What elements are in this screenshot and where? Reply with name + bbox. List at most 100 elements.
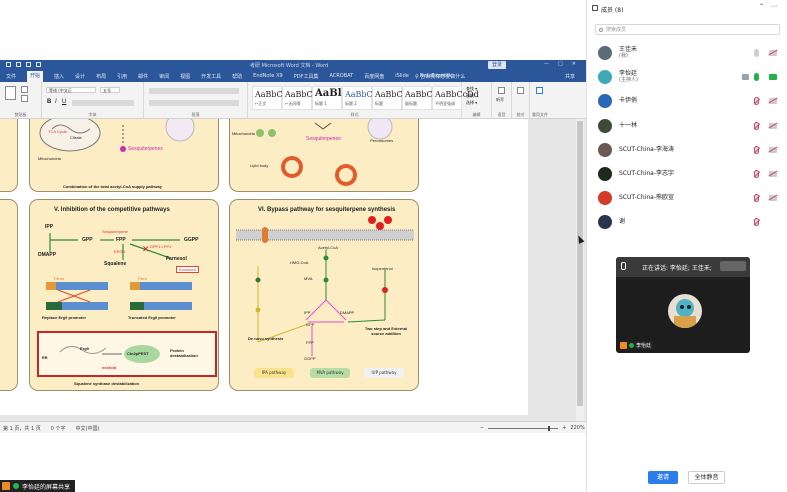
mic-muted-icon[interactable] [754,121,759,130]
mic-muted-icon[interactable] [754,97,759,106]
camera-off-icon[interactable] [769,146,777,153]
member-row[interactable]: 卡伊俏 [587,90,787,112]
undo-icon[interactable] [16,62,21,67]
camera-off-icon[interactable] [769,171,777,177]
gpp-label-2: GPP [306,322,315,327]
mute-all-button[interactable]: 全体静音 [688,471,725,484]
style-tile[interactable]: AaBbCcDd ↩正文 [252,86,299,110]
zoom-control[interactable]: − + 220% [480,425,585,431]
member-row[interactable]: SCUT-China-李志宇 [587,163,787,185]
ribbon-tab[interactable]: 设计 [75,73,85,82]
list-buttons[interactable] [149,88,239,94]
tell-me-search[interactable]: ♀ 告诉我你想要做什么 [415,73,465,80]
member-row[interactable]: SCUT-China-熊欧宣 [587,187,787,209]
style-tile[interactable]: AaBbC 标题 2 [342,86,373,110]
camera-icon[interactable] [769,74,777,81]
mic-icon[interactable] [754,73,759,82]
invite-button[interactable]: 邀请 [648,471,678,484]
cut-icon[interactable] [21,86,28,93]
ribbon-tab[interactable]: 帮助 [232,73,242,82]
replace-button[interactable]: 替换 [466,93,474,99]
close-button[interactable]: ✕ [572,61,576,67]
reuse-files-icon[interactable] [536,87,543,94]
word-count[interactable]: 0 个字 [51,425,66,432]
more-icon[interactable]: ⋯ [771,3,777,10]
ribbon-tab[interactable]: 开发工具 [201,73,221,82]
sesquiterpenes-label-2: Sesquiterpenes [306,136,341,142]
zoom-slider[interactable] [488,425,559,431]
ribbon-tab[interactable]: iSlide [395,73,409,82]
minimize-button[interactable]: — [544,61,549,67]
scrollbar-thumb[interactable] [577,121,583,406]
page-count[interactable]: 第 1 页，共 1 页 [3,425,41,432]
editing-group: 查找 ▾ 替换 选择 ▾ 编辑 [462,82,492,119]
camera-off-icon[interactable] [769,50,777,56]
mic-muted-icon[interactable] [754,218,759,227]
zoom-out-icon[interactable]: − [480,425,484,431]
maximize-button[interactable]: □ [558,61,563,67]
italic-icon[interactable]: I [55,99,57,105]
underline-icon[interactable]: U [62,99,66,105]
document-page[interactable]: TCA Cycle Citrate Mitochondria Sesquiter… [0,119,528,415]
zoom-slider-thumb[interactable] [548,425,551,431]
mic-icon[interactable] [754,49,759,57]
redo-icon[interactable] [26,62,31,67]
mic-muted-icon[interactable] [754,194,759,203]
ribbon-tab[interactable]: 引用 [117,73,127,82]
ipp-label-2: IPP [304,310,311,315]
speaker-video-window[interactable]: 正在讲话: 李怡廷; 王佳禾; 李怡廷 [616,257,750,353]
alignment-buttons[interactable] [149,100,239,106]
camera-off-icon[interactable] [769,195,777,202]
language-indicator[interactable]: 中文(中国) [76,425,100,432]
ribbon-tab[interactable]: EndNote X9 [253,73,283,82]
member-row[interactable]: 十一林 [587,115,787,137]
ribbon-tab[interactable]: ACROBAT [329,73,353,82]
member-search-input[interactable]: 搜索成员 [595,24,780,35]
ribbon-tab[interactable]: 视图 [180,73,190,82]
ribbon-tab[interactable]: 开始 [27,71,44,82]
style-tile[interactable]: AaBbC 副标题 [402,86,433,110]
font-format-buttons[interactable] [72,100,134,106]
paste-icon[interactable] [5,86,16,100]
collapse-icon[interactable]: ⌃ [759,3,764,10]
mic-muted-icon[interactable] [754,170,759,178]
member-row[interactable]: 谢 [587,211,787,233]
find-button[interactable]: 查找 ▾ [466,86,477,92]
dmapp-label: DMAPP [38,252,57,258]
member-name: SCUT-China-李海涛 [619,145,674,153]
zoom-in-icon[interactable]: + [562,425,566,431]
save-icon[interactable] [6,62,11,67]
ribbon-tab[interactable]: 邮件 [138,73,148,82]
document-area[interactable]: TCA Cycle Citrate Mitochondria Sesquiter… [0,119,586,421]
member-row[interactable]: 李怡廷 (主持人) [587,66,787,88]
ribbon-tab[interactable]: 百度网盘 [364,73,384,82]
style-tile[interactable]: AaBbCcDd 不明显强调 [432,86,479,110]
login-button[interactable]: 登录 [488,61,507,69]
font-name-select[interactable]: 等线 (中文正 [46,87,96,93]
select-button[interactable]: 选择 ▾ [466,100,477,106]
copy-icon[interactable] [21,95,28,102]
member-row[interactable]: SCUT-China-李海涛 [587,139,787,161]
share-button[interactable]: 共享 [565,73,575,80]
check-document-icon[interactable] [517,87,524,94]
style-tile[interactable]: AaBbCcDd ↩无间隔 [282,86,329,110]
style-tile[interactable]: AaBl 标题 1 [312,86,342,110]
zoom-level[interactable]: 220% [570,425,584,431]
customize-icon[interactable] [36,62,41,67]
camera-off-icon[interactable] [769,122,777,129]
vertical-scrollbar[interactable] [576,119,584,421]
bold-icon[interactable]: B [47,99,51,105]
ribbon-tab[interactable]: 文件 [6,73,16,82]
member-row[interactable]: 王佳禾 (我) [587,42,787,64]
ribbon-tab[interactable]: PDF工具集 [294,73,319,82]
style-tile[interactable]: AaBbC 标题 [372,86,403,110]
ribbon-tab[interactable]: 审阅 [159,73,169,82]
mic-muted-icon[interactable] [754,145,759,154]
ribbon-tab[interactable]: 插入 [54,73,64,82]
font-size-select[interactable]: 五号 [100,87,120,93]
screen-share-indicator[interactable]: 李怡廷的屏幕共享 [0,480,76,492]
dictate-icon[interactable] [498,87,505,94]
camera-off-icon[interactable] [769,98,777,105]
ribbon-tab[interactable]: 布局 [96,73,106,82]
shared-screen-bottom-margin [0,433,586,492]
